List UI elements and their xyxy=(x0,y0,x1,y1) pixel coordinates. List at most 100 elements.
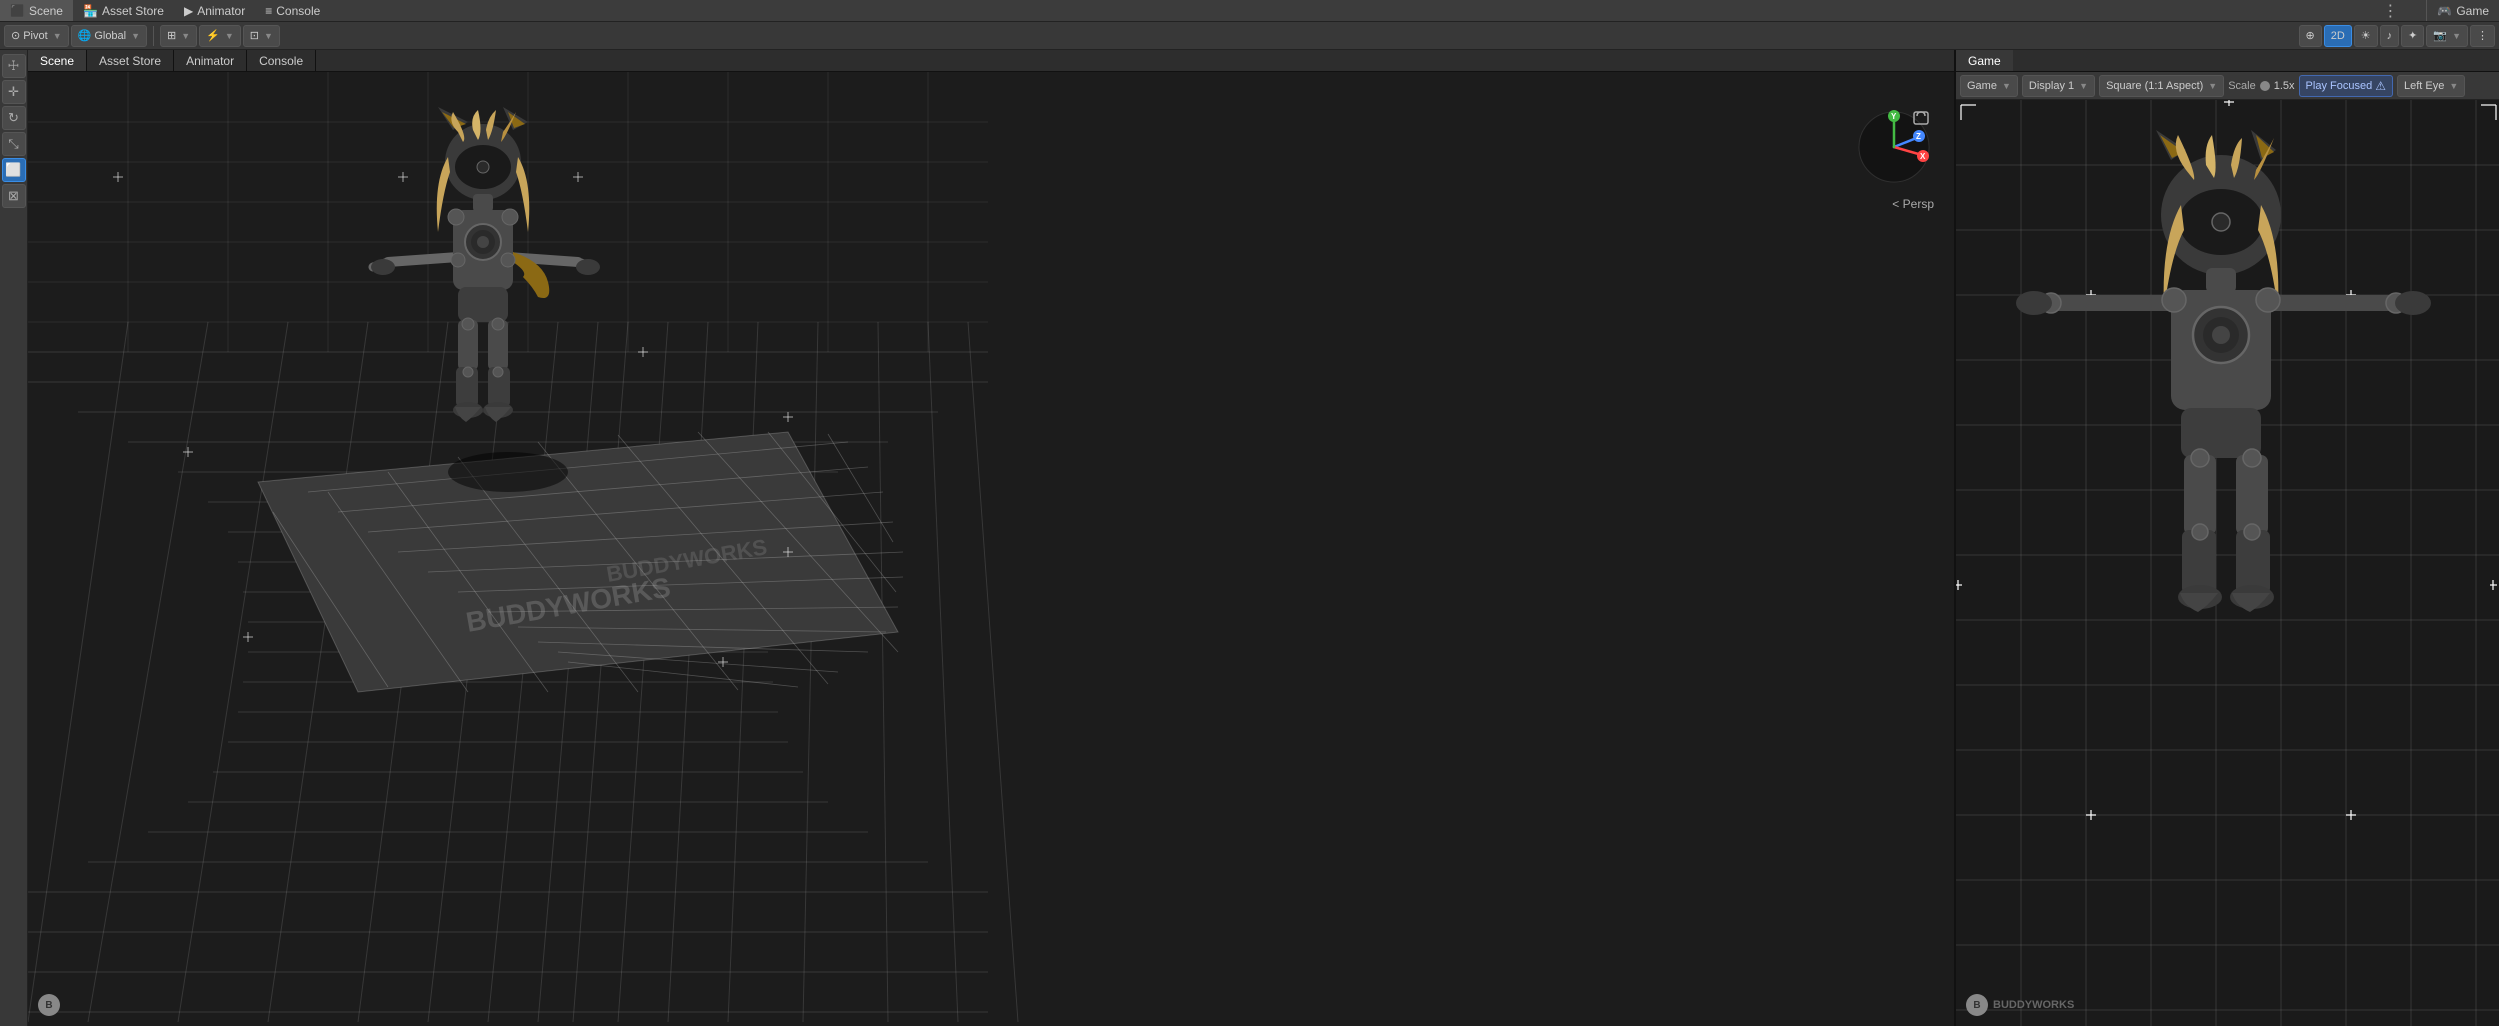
svg-text:Z: Z xyxy=(1916,132,1921,141)
pivot-button[interactable]: ⊙ Pivot ▼ xyxy=(4,25,69,47)
eye-dropdown-icon: ▼ xyxy=(2449,81,2458,91)
game-display-button[interactable]: Game ▼ xyxy=(1960,75,2018,97)
pivot-icon: ⊙ xyxy=(11,29,20,42)
menu-animator-label: Animator xyxy=(197,4,245,18)
game-label: Game xyxy=(1967,80,1997,92)
warning-icon: ⚠ xyxy=(2375,79,2386,93)
left-eye-button[interactable]: Left Eye ▼ xyxy=(2397,75,2465,97)
scene-buddyworks-logo: B xyxy=(38,994,60,1016)
scene-tabs: Scene Asset Store Animator Console xyxy=(28,50,1954,72)
menu-asset-store-label: Asset Store xyxy=(102,4,164,18)
global-label: Global xyxy=(94,30,126,42)
gizmo-svg: Z X Y xyxy=(1854,107,1934,187)
scale-control: Scale 1.5x xyxy=(2228,80,2294,92)
game-tab-label: Game xyxy=(2456,4,2489,18)
scene-toolbar: ⊙ Pivot ▼ 🌐 Global ▼ ⊞ ▼ ⚡ ▼ ⊡ ▼ ⊕ 2D xyxy=(0,22,2499,50)
menu-animator[interactable]: ▶ Animator xyxy=(174,0,255,21)
svg-text:X: X xyxy=(1920,152,1926,161)
scene-grid-svg: BUDDYWORKS BUDDYWORKS xyxy=(28,72,1954,1026)
game-canvas-svg xyxy=(1956,100,2499,1026)
scene-cube-icon: ⬛ xyxy=(10,4,25,18)
svg-text:Y: Y xyxy=(1891,112,1897,121)
scale-slider-dot[interactable] xyxy=(2260,81,2270,91)
play-focused-button[interactable]: Play Focused ⚠ xyxy=(2299,75,2393,97)
settings-button[interactable]: ⋮ xyxy=(2470,25,2495,47)
console-icon: ≡ xyxy=(265,4,272,18)
audio-icon: ♪ xyxy=(2387,30,2393,42)
view-controls-group: ⊕ 2D ☀ ♪ ✦ 📷 ▼ ⋮ xyxy=(2299,25,2496,47)
menu-console-label: Console xyxy=(276,4,320,18)
display-button[interactable]: Display 1 ▼ xyxy=(2022,75,2095,97)
tab-asset-store[interactable]: Asset Store xyxy=(87,50,174,71)
transform-button[interactable]: ⊡ ▼ xyxy=(243,25,280,47)
tool-rect[interactable]: ⬜ xyxy=(2,158,26,182)
snap-dropdown-icon: ▼ xyxy=(225,31,234,41)
tab-console[interactable]: Console xyxy=(247,50,316,71)
transform-icon: ⊡ xyxy=(250,29,259,42)
aspect-label: Square (1:1 Aspect) xyxy=(2106,80,2203,92)
store-icon: 🏪 xyxy=(83,4,98,18)
camera-button[interactable]: 📷 ▼ xyxy=(2426,25,2468,47)
tool-transform[interactable]: ⊠ xyxy=(2,184,26,208)
pivot-group: ⊙ Pivot ▼ 🌐 Global ▼ xyxy=(4,25,147,47)
persp-label[interactable]: < Persp xyxy=(1892,197,1934,211)
scene-gizmo: Z X Y xyxy=(1854,107,1934,187)
tool-move[interactable]: ✛ xyxy=(2,80,26,104)
separator-1 xyxy=(153,26,154,46)
game-buddyworks-logo: B BUDDYWORKS xyxy=(1966,994,2074,1016)
buddyworks-text-game: BUDDYWORKS xyxy=(1993,999,2074,1011)
aspect-button[interactable]: Square (1:1 Aspect) ▼ xyxy=(2099,75,2224,97)
menu-asset-store[interactable]: 🏪 Asset Store xyxy=(73,0,174,21)
snap-icon: ⚡ xyxy=(206,29,220,42)
main-content: ☩ ✛ ↻ ⤡ ⬜ ⊠ Scene Asset Store Animator C… xyxy=(0,50,2499,1026)
left-eye-label: Left Eye xyxy=(2404,80,2444,92)
tool-scale[interactable]: ⤡ xyxy=(2,132,26,156)
menu-more-button[interactable]: ⋮ xyxy=(2374,0,2406,21)
transform-dropdown-icon: ▼ xyxy=(264,31,273,41)
scene-view: Scene Asset Store Animator Console xyxy=(28,50,1954,1026)
tab-animator-label: Animator xyxy=(186,54,234,68)
menu-scene[interactable]: ⬛ Scene xyxy=(0,0,73,21)
snap-button[interactable]: ⚡ ▼ xyxy=(199,25,241,47)
menu-game-tab[interactable]: 🎮 Game xyxy=(2426,0,2499,21)
global-dropdown-icon: ▼ xyxy=(131,31,140,41)
top-menu-bar: ⬛ Scene 🏪 Asset Store ▶ Animator ≡ Conso… xyxy=(0,0,2499,22)
grid-dropdown-icon: ▼ xyxy=(181,31,190,41)
global-icon: 🌐 xyxy=(78,29,92,42)
tab-asset-store-label: Asset Store xyxy=(99,54,161,68)
effects-button[interactable]: ✦ xyxy=(2401,25,2424,47)
lighting-button[interactable]: ☀ xyxy=(2354,25,2378,47)
tab-console-label: Console xyxy=(259,54,303,68)
gizmo-button[interactable]: ⊕ xyxy=(2299,25,2322,47)
character-scene xyxy=(358,102,608,522)
game-canvas: B BUDDYWORKS xyxy=(1956,100,2499,1026)
animator-icon: ▶ xyxy=(184,4,193,18)
game-icon: 🎮 xyxy=(2437,4,2452,18)
tab-game[interactable]: Game xyxy=(1956,50,2013,71)
pivot-label: Pivot xyxy=(23,30,47,42)
menu-console[interactable]: ≡ Console xyxy=(255,0,330,21)
game-dropdown-icon: ▼ xyxy=(2002,81,2011,91)
buddyworks-icon-game: B xyxy=(1966,994,1988,1016)
game-view: Game Game ▼ Display 1 ▼ Square (1:1 Aspe… xyxy=(1954,50,2499,1026)
buddyworks-icon-scene: B xyxy=(38,994,60,1016)
game-toolbar: Game ▼ Display 1 ▼ Square (1:1 Aspect) ▼… xyxy=(1956,72,2499,100)
camera-dropdown-icon: ▼ xyxy=(2452,31,2461,41)
effects-icon: ✦ xyxy=(2408,29,2417,42)
tool-hand[interactable]: ☩ xyxy=(2,54,26,78)
view-group: ⊞ ▼ ⚡ ▼ ⊡ ▼ xyxy=(160,25,280,47)
global-button[interactable]: 🌐 Global ▼ xyxy=(71,25,147,47)
tab-scene-label: Scene xyxy=(40,54,74,68)
aspect-dropdown-icon: ▼ xyxy=(2208,81,2217,91)
audio-button[interactable]: ♪ xyxy=(2380,25,2400,47)
2d-button[interactable]: 2D xyxy=(2324,25,2352,47)
grid-button[interactable]: ⊞ ▼ xyxy=(160,25,197,47)
play-focused-label: Play Focused xyxy=(2306,80,2373,92)
left-tools-panel: ☩ ✛ ↻ ⤡ ⬜ ⊠ xyxy=(0,50,28,1026)
tab-animator[interactable]: Animator xyxy=(174,50,247,71)
display-dropdown-icon: ▼ xyxy=(2079,81,2088,91)
grid-icon: ⊞ xyxy=(167,29,176,42)
tool-rotate[interactable]: ↻ xyxy=(2,106,26,130)
tab-scene[interactable]: Scene xyxy=(28,50,87,71)
gizmo-icon: ⊕ xyxy=(2306,29,2315,42)
